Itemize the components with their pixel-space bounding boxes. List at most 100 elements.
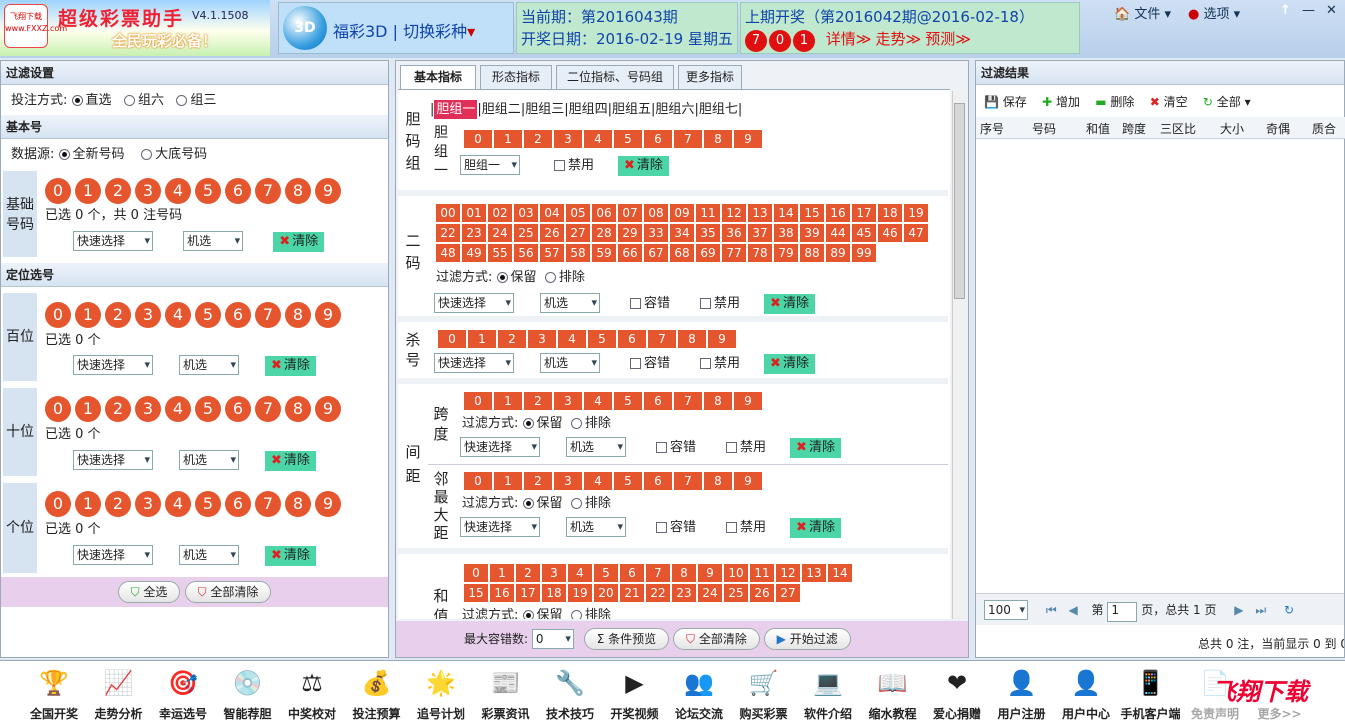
toolbar-item[interactable]: 📱 手机客户端 [1119,663,1183,722]
predict-link[interactable]: 预测≫ [925,30,971,48]
two-code-square[interactable]: 13 [748,204,772,222]
two-code-square[interactable]: 59 [592,244,616,262]
ban-checkbox[interactable] [726,442,738,453]
page-input[interactable]: 1 [1107,602,1138,622]
trend-link[interactable]: 走势≫ [876,30,922,48]
digit-ball[interactable]: 9 [315,302,341,328]
digit-ball[interactable]: 0 [45,396,71,422]
sum-value-square[interactable]: 20 [594,584,618,602]
sum-value-square[interactable]: 13 [802,564,826,582]
col-header[interactable]: 三区比 [1160,120,1196,137]
two-code-square[interactable]: 99 [852,244,876,262]
radio-keep[interactable] [522,498,534,509]
sum-value-square[interactable]: 19 [568,584,592,602]
two-code-square[interactable]: 33 [644,224,668,242]
two-code-square[interactable]: 23 [462,224,486,242]
tolerance-checkbox[interactable] [630,298,641,309]
sum-value-square[interactable]: 25 [724,584,748,602]
digit-ball[interactable]: 8 [285,178,311,204]
digit-square[interactable]: 7 [674,392,702,410]
quick-select-dropdown[interactable]: 快速选择 [434,353,514,373]
random-dropdown[interactable]: 机选 [566,517,626,537]
page-size-dropdown[interactable]: 100 [984,600,1028,620]
digit-ball[interactable]: 8 [285,396,311,422]
two-code-square[interactable]: 01 [462,204,486,222]
random-dropdown[interactable]: 机选 [540,353,600,373]
digit-square[interactable]: 8 [704,392,732,410]
two-code-square[interactable]: 14 [774,204,798,222]
digit-square[interactable]: 1 [494,392,522,410]
sum-value-square[interactable]: 18 [542,584,566,602]
two-code-square[interactable]: 79 [774,244,798,262]
dan-group-tab[interactable]: 胆组五 [612,102,651,117]
two-code-square[interactable]: 88 [800,244,824,262]
two-code-square[interactable]: 12 [722,204,746,222]
toolbar-item[interactable]: 👤 用户注册 [990,663,1054,722]
clear-button[interactable]: ✖ 清除 [764,294,815,314]
digit-ball[interactable]: 3 [135,491,161,517]
digit-ball[interactable]: 3 [135,396,161,422]
toolbar-item[interactable]: 💿 智能荐胆 [216,663,280,722]
digit-square[interactable]: 9 [734,472,762,490]
random-dropdown[interactable]: 机选 [179,355,239,375]
digit-ball[interactable]: 5 [195,396,221,422]
digit-ball[interactable]: 7 [255,396,281,422]
toolbar-item[interactable]: 🏆 全国开奖 [22,663,86,722]
lottery-switcher[interactable]: 3D 福彩3D | 切换彩种▾ [278,2,514,54]
digit-square[interactable]: 5 [614,472,642,490]
radio-exclude[interactable] [570,610,582,619]
digit-square[interactable]: 5 [614,392,642,410]
digit-ball[interactable]: 7 [255,302,281,328]
digit-ball[interactable]: 9 [315,491,341,517]
digit-ball[interactable]: 6 [225,491,251,517]
first-page-icon[interactable]: ⏮ [1046,603,1057,617]
two-code-square[interactable]: 04 [540,204,564,222]
ban-checkbox[interactable] [554,160,565,171]
digit-square[interactable]: 7 [674,472,702,490]
save-button[interactable]: 💾 保存 [984,95,1027,109]
next-page-icon[interactable]: ▶ [1234,603,1243,617]
sum-value-square[interactable]: 8 [672,564,696,582]
random-dropdown[interactable]: 机选 [183,231,244,251]
sum-value-square[interactable]: 16 [490,584,514,602]
sum-value-square[interactable]: 0 [464,564,488,582]
two-code-square[interactable]: 09 [670,204,694,222]
sum-value-square[interactable]: 6 [620,564,644,582]
two-code-square[interactable]: 48 [436,244,460,262]
two-code-square[interactable]: 03 [514,204,538,222]
digit-ball[interactable]: 0 [45,491,71,517]
digit-ball[interactable]: 2 [105,178,131,204]
digit-square[interactable]: 2 [524,392,552,410]
select-all-button[interactable]: ⛉ 全选 [117,581,181,603]
ban-checkbox[interactable] [700,298,712,309]
digit-ball[interactable]: 1 [75,396,101,422]
digit-square[interactable]: 9 [734,130,762,148]
digit-ball[interactable]: 6 [225,178,251,204]
two-code-square[interactable]: 22 [436,224,460,242]
tolerance-checkbox[interactable] [630,358,641,369]
toolbar-item[interactable]: 📈 走势分析 [87,663,151,722]
two-code-square[interactable]: 26 [540,224,564,242]
digit-square[interactable]: 0 [464,130,492,148]
ban-checkbox[interactable] [726,522,738,533]
sum-value-square[interactable]: 14 [828,564,852,582]
radio-exclude[interactable] [570,418,582,429]
toolbar-item[interactable]: 👤 用户中心 [1054,663,1118,722]
digit-square[interactable]: 3 [528,330,556,348]
quick-select-dropdown[interactable]: 快速选择 [73,355,153,375]
dan-group-tab[interactable]: 胆组一 [434,100,478,119]
two-code-square[interactable]: 58 [566,244,590,262]
sum-value-square[interactable]: 17 [516,584,540,602]
sum-value-square[interactable]: 15 [464,584,488,602]
digit-ball[interactable]: 5 [195,302,221,328]
two-code-square[interactable]: 16 [826,204,850,222]
digit-square[interactable]: 0 [464,392,492,410]
tolerance-checkbox[interactable] [656,442,667,453]
radio-direct[interactable] [71,95,83,106]
radio-keep[interactable] [522,418,534,429]
two-code-square[interactable]: 27 [566,224,590,242]
digit-ball[interactable]: 7 [255,178,281,204]
clear-button[interactable]: ✖ 清除 [265,451,316,471]
two-code-square[interactable]: 67 [644,244,668,262]
details-link[interactable]: 详情≫ [826,30,872,48]
